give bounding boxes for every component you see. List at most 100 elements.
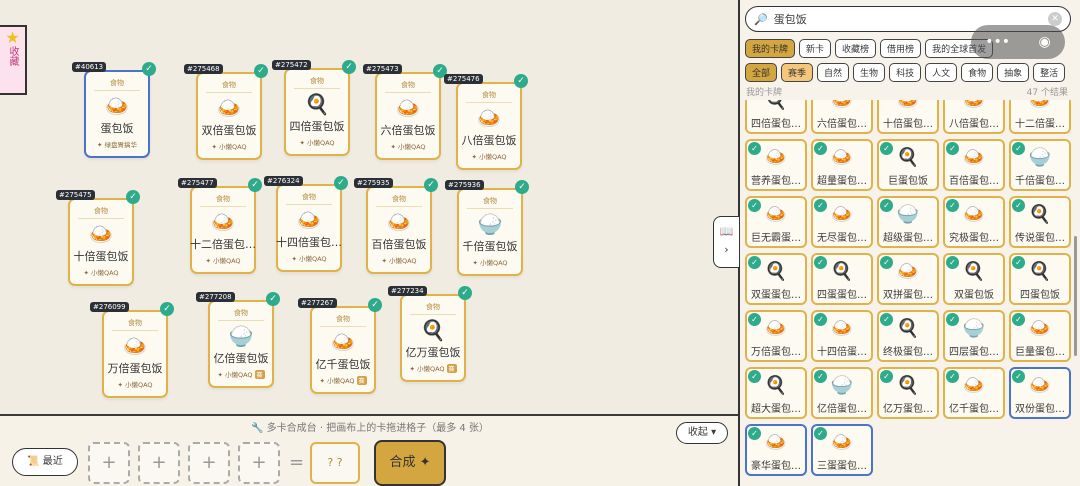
canvas[interactable]: #40613 ✓ 食物 🍛 蛋包饭 ✦ 绿盘胃搞华 #275468 ✓ 食物 🍛 双倍蛋包饭 ✦ 小懒… <box>0 0 740 414</box>
craft-button[interactable]: 合成 ✦ <box>374 440 446 486</box>
grid-card[interactable]: ✓ 🍚 千倍蛋包… <box>1009 139 1071 191</box>
canvas-card[interactable]: #275473 ✓ 食物 🍛 六倍蛋包饭 ✦ 小懒QAQ <box>363 64 447 160</box>
grid-card[interactable]: ✓ 🍳 超大蛋包… <box>745 367 807 419</box>
check-icon: ✓ <box>880 199 893 212</box>
more-icon[interactable]: ••• <box>985 34 1010 50</box>
grid-card[interactable]: 🍛 八倍蛋包… <box>943 100 1005 134</box>
grid-card[interactable]: 🍛 六倍蛋包… <box>811 100 873 134</box>
clear-icon[interactable]: ✕ <box>1048 12 1062 26</box>
filter-chip[interactable]: 自然 <box>817 63 850 82</box>
check-icon: ✓ <box>126 190 140 204</box>
grid-card-name: 四层蛋包… <box>949 347 999 358</box>
grid-card[interactable]: ✓ 🍛 万倍蛋包… <box>745 310 807 362</box>
grid-card[interactable]: ✓ 🍳 巨蛋包饭 <box>877 139 939 191</box>
panel-tab[interactable]: 我的卡牌 <box>745 39 796 58</box>
filter-chip[interactable]: 科技 <box>889 63 922 82</box>
check-icon: ✓ <box>946 199 959 212</box>
recent-button[interactable]: 📜 最近 <box>12 448 78 476</box>
grid-card[interactable]: ✓ 🍛 亿千蛋包… <box>943 367 1005 419</box>
grid-card[interactable]: 🍛 十二倍蛋… <box>1009 100 1071 134</box>
grid-card[interactable]: ✓ 🍳 四蛋蛋包… <box>811 253 873 305</box>
grid-card[interactable]: ✓ 🍛 双份蛋包… <box>1009 367 1071 419</box>
craft-slot-2[interactable]: + <box>138 442 180 484</box>
grid-card[interactable]: ✓ 🍳 传说蛋包… <box>1009 196 1071 248</box>
grid-card[interactable]: ✓ 🍛 十四倍蛋… <box>811 310 873 362</box>
canvas-card[interactable]: #40613 ✓ 食物 🍛 蛋包饭 ✦ 绿盘胃搞华 <box>72 62 156 158</box>
close-circle-icon[interactable]: ◉ <box>1039 34 1051 50</box>
grid-card-name: 四倍蛋包… <box>751 119 801 130</box>
grid-card[interactable]: ✓ 🍛 豪华蛋包… <box>745 424 807 476</box>
grid-card[interactable]: ✓ 🍛 超量蛋包… <box>811 139 873 191</box>
card-id-badge: #277208 <box>196 292 235 302</box>
card-author: ✦ 小懒QAQ 赛 <box>319 376 367 385</box>
dish-icon: 🍳 <box>764 100 788 111</box>
grid-card-name: 万倍蛋包… <box>751 347 801 358</box>
grid-card[interactable]: ✓ 🍚 亿倍蛋包… <box>811 367 873 419</box>
filter-chip[interactable]: 赛季 <box>781 63 814 82</box>
canvas-card[interactable]: #276324 ✓ 食物 🍛 十四倍蛋包… ✦ 小懒QAQ <box>264 176 348 272</box>
grid-card[interactable]: ✓ 🍛 百倍蛋包… <box>943 139 1005 191</box>
card-id-badge: #40613 <box>72 62 107 72</box>
panel-tab[interactable]: 借用榜 <box>880 39 922 58</box>
check-icon: ✓ <box>1012 199 1025 212</box>
search-input[interactable]: 蛋包饭 <box>774 11 807 27</box>
craft-slot-3[interactable]: + <box>188 442 230 484</box>
check-icon: ✓ <box>160 302 174 316</box>
grid-card[interactable]: ✓ 🍚 四层蛋包… <box>943 310 1005 362</box>
grid-card[interactable]: ✓ 🍛 双拼蛋包… <box>877 253 939 305</box>
card-divider <box>112 330 158 331</box>
filter-chip[interactable]: 食物 <box>961 63 994 82</box>
canvas-card[interactable]: #277267 ✓ 食物 🍛 亿千蛋包饭 ✦ 小懒QAQ 赛 <box>298 298 382 394</box>
filter-chip[interactable]: 抽象 <box>997 63 1030 82</box>
canvas-card[interactable]: #275468 ✓ 食物 🍛 双倍蛋包饭 ✦ 小懒QAQ <box>184 64 268 160</box>
craft-slot-4[interactable]: + <box>238 442 280 484</box>
collapse-button[interactable]: 收起 ▾ <box>676 422 728 444</box>
canvas-card[interactable]: #275477 ✓ 食物 🍛 十二倍蛋包… ✦ 小懒QAQ <box>178 178 262 274</box>
canvas-card[interactable]: #275472 ✓ 食物 🍳 四倍蛋包饭 ✦ 小懒QAQ <box>272 60 356 156</box>
canvas-card[interactable]: #275475 ✓ 食物 🍛 十倍蛋包饭 ✦ 小懒QAQ <box>56 190 140 286</box>
canvas-card[interactable]: #277208 ✓ 食物 🍚 亿倍蛋包饭 ✦ 小懒QAQ 赛 <box>196 292 280 388</box>
filter-chip[interactable]: 全部 <box>745 63 778 82</box>
mini-program-capsule[interactable]: ••• ◉ <box>971 25 1065 59</box>
grid-card[interactable]: ✓ 🍛 巨无霸蛋… <box>745 196 807 248</box>
grid-card[interactable]: ✓ 🍳 终极蛋包… <box>877 310 939 362</box>
grid-card[interactable]: ✓ 🍳 四蛋包饭 <box>1009 253 1071 305</box>
canvas-card[interactable]: #276099 ✓ 食物 🍛 万倍蛋包饭 ✦ 小懒QAQ <box>90 302 174 398</box>
grid-card[interactable]: ✓ 🍚 超级蛋包… <box>877 196 939 248</box>
season-tag: 赛 <box>446 364 457 373</box>
grid-card[interactable]: ✓ 🍛 营养蛋包… <box>745 139 807 191</box>
canvas-card[interactable]: #275935 ✓ 食物 🍛 百倍蛋包饭 ✦ 小懒QAQ <box>354 178 438 274</box>
dish-icon: 🍳 <box>304 92 330 116</box>
grid-card[interactable]: ✓ 🍳 双蛋蛋包… <box>745 253 807 305</box>
grid-card[interactable]: ✓ 🍳 亿万蛋包… <box>877 367 939 419</box>
check-icon: ✓ <box>946 256 959 269</box>
panel-tab[interactable]: 新卡 <box>799 39 832 58</box>
favorites-tab[interactable]: ★ 收藏 <box>0 25 27 95</box>
grid-card[interactable]: ✓ 🍛 究极蛋包… <box>943 196 1005 248</box>
check-icon: ✓ <box>1012 370 1025 383</box>
panel-tab[interactable]: 收藏榜 <box>835 39 877 58</box>
filter-chip[interactable]: 生物 <box>853 63 886 82</box>
canvas-card[interactable]: #275476 ✓ 食物 🍛 八倍蛋包饭 ✦ 小懒QAQ <box>444 74 528 170</box>
grid-card[interactable]: 🍛 十倍蛋包… <box>877 100 939 134</box>
craft-result: ? ? <box>310 442 360 484</box>
grid-card-name: 终极蛋包… <box>883 347 933 358</box>
canvas-card[interactable]: #275936 ✓ 食物 🍚 千倍蛋包饭 ✦ 小懒QAQ <box>445 180 529 276</box>
filter-chip[interactable]: 整活 <box>1033 63 1066 82</box>
panel-toggle[interactable]: 📖 › <box>713 216 739 268</box>
check-icon: ✓ <box>142 62 156 76</box>
craft-slot-1[interactable]: + <box>88 442 130 484</box>
grid-card[interactable]: ✓ 🍛 三蛋蛋包… <box>811 424 873 476</box>
grid-card[interactable]: ✓ 🍳 双蛋包饭 <box>943 253 1005 305</box>
card-id-badge: #275473 <box>363 64 402 74</box>
filter-chip[interactable]: 人文 <box>925 63 958 82</box>
check-icon: ✓ <box>1012 256 1025 269</box>
grid-card-name: 千倍蛋包… <box>1015 176 1065 187</box>
grid-card[interactable]: ✓ 🍛 巨量蛋包… <box>1009 310 1071 362</box>
canvas-card[interactable]: #277234 ✓ 食物 🍳 亿万蛋包饭 ✦ 小懒QAQ 赛 <box>388 286 472 382</box>
grid-card[interactable]: 🍳 四倍蛋包… <box>745 100 807 134</box>
grid-card[interactable]: ✓ 🍛 无尽蛋包… <box>811 196 873 248</box>
scrollbar[interactable] <box>1074 236 1077 356</box>
grid-card-name: 双蛋包饭 <box>954 290 994 301</box>
equals-sign: = <box>289 452 305 473</box>
